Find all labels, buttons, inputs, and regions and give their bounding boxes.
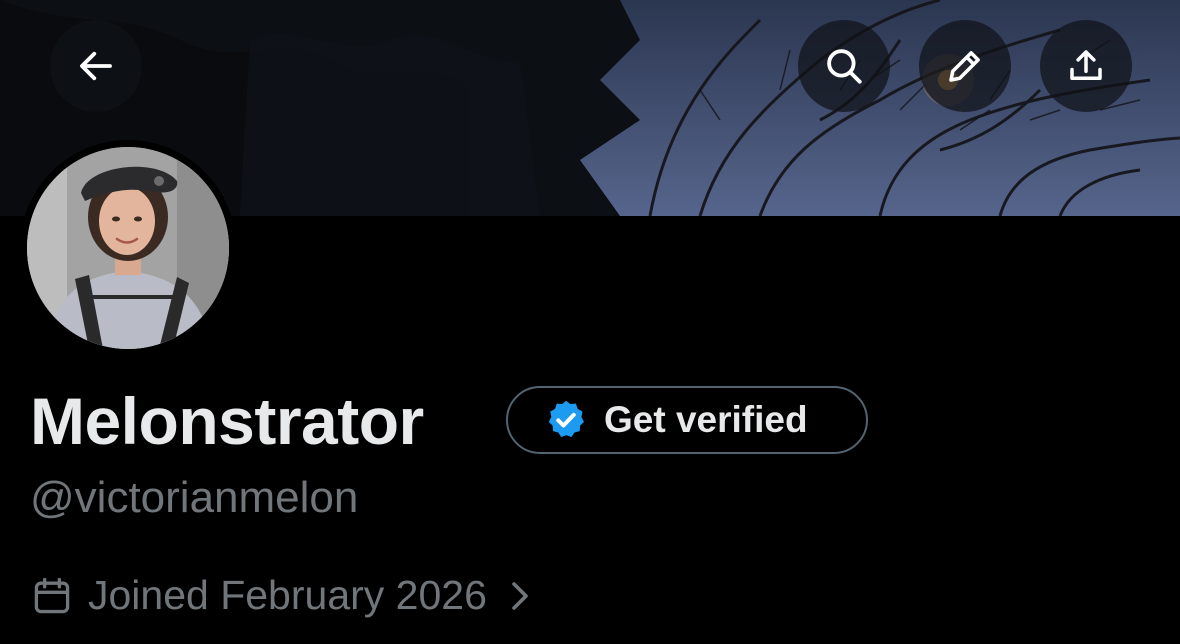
profile-page: Melonstrator Get verified @victorianmelo… — [0, 0, 1180, 644]
search-button[interactable] — [798, 20, 890, 112]
arrow-left-icon — [80, 51, 112, 81]
edit-profile-button[interactable] — [919, 20, 1011, 112]
avatar-image — [27, 147, 229, 349]
calendar-icon — [34, 577, 70, 613]
get-verified-button[interactable]: Get verified — [506, 386, 868, 454]
search-icon — [827, 49, 862, 84]
joined-date-row[interactable]: Joined February 2026 — [30, 572, 535, 619]
verified-badge-icon — [548, 400, 584, 438]
display-name: Melonstrator — [30, 384, 424, 458]
back-button[interactable] — [50, 20, 142, 112]
joined-date-text: Joined February 2026 — [88, 572, 487, 618]
username-handle: @victorianmelon — [30, 473, 359, 522]
share-button[interactable] — [1040, 20, 1132, 112]
avatar-frame[interactable] — [20, 140, 236, 356]
share-icon — [1070, 50, 1102, 80]
pencil-icon — [949, 51, 980, 82]
get-verified-label: Get verified — [604, 399, 808, 440]
avatar[interactable] — [27, 147, 229, 349]
chevron-right-icon — [512, 581, 528, 610]
